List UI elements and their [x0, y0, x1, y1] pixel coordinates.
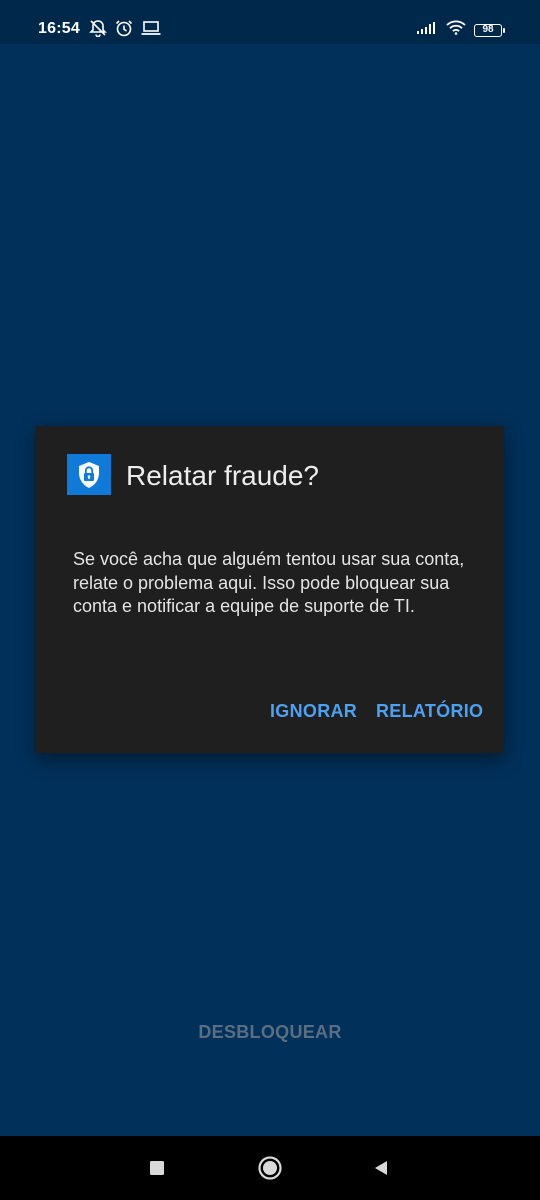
- home-icon[interactable]: [256, 1154, 284, 1182]
- recents-icon[interactable]: [143, 1154, 171, 1182]
- status-bar: 16:54 98: [0, 0, 540, 44]
- status-time: 16:54: [38, 20, 80, 37]
- ignore-button[interactable]: IGNORAR: [270, 701, 357, 722]
- status-right-icons: 98: [416, 20, 505, 40]
- notifications-off-icon: [88, 19, 108, 42]
- battery-icon: 98: [474, 23, 505, 37]
- unlock-button[interactable]: DESBLOQUEAR: [0, 1022, 540, 1043]
- laptop-icon: [140, 19, 162, 42]
- wifi-icon: [446, 20, 466, 40]
- report-button[interactable]: RELATÓRIO: [376, 701, 483, 722]
- status-left-icons: [88, 19, 162, 42]
- dialog-message: Se você acha que alguém tentou usar sua …: [73, 549, 465, 616]
- shield-lock-icon: [67, 454, 111, 495]
- report-fraud-dialog: Relatar fraude? Se você acha que alguém …: [36, 426, 504, 753]
- dialog-title: Relatar fraude?: [126, 460, 320, 491]
- alarm-icon: [114, 19, 134, 42]
- signal-icon: [416, 21, 438, 40]
- back-icon[interactable]: [367, 1154, 395, 1182]
- navigation-bar: [0, 1136, 540, 1200]
